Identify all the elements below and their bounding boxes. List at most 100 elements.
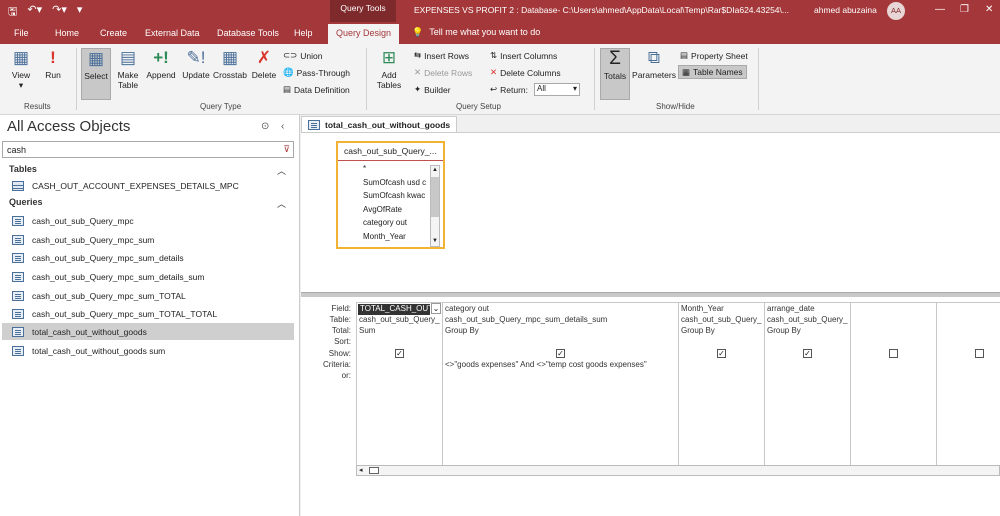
parameters-button[interactable]: ⧉ Parameters xyxy=(632,48,676,100)
crosstab-button[interactable]: ▦ Crosstab xyxy=(212,48,248,100)
field-dropdown-icon[interactable]: ⌄ xyxy=(431,303,441,314)
nav-query-item[interactable]: cash_out_sub_Query_mpc_sum_TOTAL_TOTAL xyxy=(2,305,294,322)
delete-query-button[interactable]: ✗ Delete xyxy=(250,48,278,100)
field-list-scrollbar[interactable]: ▲ ▼ xyxy=(430,165,440,247)
field-list-item[interactable]: SumOfcash kwac xyxy=(338,191,430,205)
field-cell[interactable]: TOTAL_CASH_OUT xyxy=(358,304,430,315)
data-definition-button[interactable]: ▤ Data Definition xyxy=(283,83,350,96)
document-tab[interactable]: total_cash_out_without_goods xyxy=(301,116,458,132)
query-icon xyxy=(12,234,24,245)
nav-query-item[interactable]: cash_out_sub_Query_mpc_sum_details xyxy=(2,249,294,266)
field-list-title[interactable]: cash_out_sub_Query_... xyxy=(338,143,443,161)
scroll-thumb[interactable] xyxy=(431,177,439,217)
restore-icon[interactable]: ❐ xyxy=(960,4,969,15)
save-icon[interactable]: 🖫 xyxy=(8,3,17,22)
query-design-grid: Field: Table: Total: Sort: Show: Criteri… xyxy=(301,297,1000,516)
undo-icon[interactable]: ↶▾ xyxy=(27,3,42,22)
nav-query-item[interactable]: cash_out_sub_Query_mpc_sum xyxy=(2,231,294,248)
select-query-button[interactable]: ▦ Select xyxy=(81,48,111,100)
tell-me-box[interactable]: 💡 Tell me what you want to do xyxy=(412,27,540,38)
table-cell[interactable]: cash_out_sub_Query_ xyxy=(681,315,763,326)
tab-database-tools[interactable]: Database Tools xyxy=(217,28,279,38)
builder-button[interactable]: ✦ Builder xyxy=(414,83,451,96)
show-checkbox[interactable]: ✓ xyxy=(395,349,404,358)
tab-home[interactable]: Home xyxy=(55,28,79,38)
totals-button[interactable]: Σ Totals xyxy=(600,48,630,100)
table-pane[interactable]: cash_out_sub_Query_... * SumOfcash usd c… xyxy=(301,132,1000,304)
redo-icon[interactable]: ↷▾ xyxy=(52,3,67,22)
customize-qat-icon[interactable]: ▾ xyxy=(77,3,83,22)
field-list-item[interactable]: SumOfcash usd c xyxy=(338,178,430,192)
field-list-window[interactable]: cash_out_sub_Query_... * SumOfcash usd c… xyxy=(336,141,445,249)
avatar[interactable]: AA xyxy=(887,2,905,20)
append-button[interactable]: +! Append xyxy=(144,48,178,100)
nav-query-item[interactable]: total_cash_out_without_goods sum xyxy=(2,342,294,359)
nav-query-item[interactable]: cash_out_sub_Query_mpc_sum_TOTAL xyxy=(2,287,294,304)
tab-query-design[interactable]: Query Design xyxy=(328,24,400,44)
clear-filter-icon[interactable]: ⊽ xyxy=(283,144,290,155)
nav-pane-title[interactable]: All Access Objects xyxy=(7,118,130,135)
grid-column[interactable] xyxy=(850,302,936,471)
tab-help[interactable]: Help xyxy=(294,28,313,38)
nav-query-item[interactable]: cash_out_sub_Query_mpc xyxy=(2,212,294,229)
table-cell[interactable]: cash_out_sub_Query_ xyxy=(359,315,441,326)
table-names-button[interactable]: ▦ Table Names xyxy=(678,65,747,79)
nav-query-item-selected[interactable]: total_cash_out_without_goods xyxy=(2,323,294,340)
make-table-button[interactable]: ▤ Make Table xyxy=(114,48,142,100)
show-checkbox[interactable]: ✓ xyxy=(803,349,812,358)
scroll-left-icon[interactable]: ◂ xyxy=(359,466,363,474)
update-button[interactable]: ✎! Update xyxy=(180,48,212,100)
view-button[interactable]: ▦ View ▾ xyxy=(6,48,36,100)
grid-column[interactable]: Month_Year cash_out_sub_Query_ Group By … xyxy=(678,302,764,471)
tab-file[interactable]: File xyxy=(14,28,29,38)
field-cell[interactable]: arrange_date xyxy=(767,304,815,315)
field-cell[interactable]: category out xyxy=(445,304,489,315)
delete-rows-button[interactable]: ✕ Delete Rows xyxy=(414,66,472,79)
grid-column[interactable]: category out cash_out_sub_Query_mpc_sum_… xyxy=(442,302,678,471)
grid-hscrollbar[interactable]: ◂ xyxy=(356,465,1000,476)
collapse-nav-icon[interactable]: ‹ xyxy=(281,121,284,132)
parameters-icon: ⧉ xyxy=(647,48,661,67)
total-cell[interactable]: Group By xyxy=(445,326,479,337)
show-checkbox[interactable]: ✓ xyxy=(556,349,565,358)
user-name[interactable]: ahmed abuzaina xyxy=(814,5,877,15)
union-button[interactable]: ⊂⊃ Union xyxy=(283,49,322,62)
return-combo[interactable]: All xyxy=(534,83,580,96)
delete-columns-button[interactable]: ✕ Delete Columns xyxy=(490,66,561,79)
nav-table-item[interactable]: CASH_OUT_ACCOUNT_EXPENSES_DETAILS_MPC xyxy=(2,177,294,194)
total-cell[interactable]: Group By xyxy=(681,326,715,337)
close-icon[interactable]: ✕ xyxy=(985,4,993,15)
show-checkbox[interactable]: ✓ xyxy=(717,349,726,358)
property-sheet-button[interactable]: ▤ Property Sheet xyxy=(680,49,748,62)
add-tables-button[interactable]: ⊞ Add Tables xyxy=(372,48,406,100)
nav-search-input[interactable]: cash ⊽ xyxy=(2,141,294,158)
criteria-cell[interactable]: <>"goods expenses" And <>"temp cost good… xyxy=(445,360,677,371)
scroll-thumb[interactable] xyxy=(369,467,379,474)
field-cell[interactable]: Month_Year xyxy=(681,304,724,315)
queries-section-header[interactable]: Queries ︿ xyxy=(0,197,295,212)
field-list-item[interactable]: * xyxy=(338,164,430,178)
table-cell[interactable]: cash_out_sub_Query_ xyxy=(767,315,849,326)
minimize-icon[interactable]: — xyxy=(935,4,945,15)
total-cell[interactable]: Sum xyxy=(359,326,375,337)
scroll-down-icon[interactable]: ▼ xyxy=(431,237,439,246)
grid-column[interactable] xyxy=(936,302,1000,471)
tab-external-data[interactable]: External Data xyxy=(145,28,200,38)
nav-menu-icon[interactable]: ⊙ xyxy=(261,121,269,132)
scroll-up-icon[interactable]: ▲ xyxy=(431,166,439,175)
field-list-item[interactable]: AvgOfRate xyxy=(338,205,430,219)
insert-rows-button[interactable]: ⇆ Insert Rows xyxy=(414,49,469,62)
field-list-item[interactable]: category out xyxy=(338,218,430,232)
pass-through-button[interactable]: 🌐 Pass-Through xyxy=(283,66,350,79)
tab-create[interactable]: Create xyxy=(100,28,127,38)
show-checkbox[interactable] xyxy=(975,349,984,358)
show-checkbox[interactable] xyxy=(889,349,898,358)
insert-columns-button[interactable]: ⇅ Insert Columns xyxy=(490,49,557,62)
run-button[interactable]: ! Run xyxy=(40,48,66,100)
field-list-item[interactable]: Month_Year xyxy=(338,232,430,246)
total-cell[interactable]: Group By xyxy=(767,326,801,337)
nav-query-item[interactable]: cash_out_sub_Query_mpc_sum_details_sum xyxy=(2,268,294,285)
table-cell[interactable]: cash_out_sub_Query_mpc_sum_details_sum xyxy=(445,315,607,326)
grid-column[interactable]: arrange_date cash_out_sub_Query_ Group B… xyxy=(764,302,850,471)
grid-column[interactable]: TOTAL_CASH_OUT ⌄ cash_out_sub_Query_ Sum… xyxy=(356,302,442,471)
